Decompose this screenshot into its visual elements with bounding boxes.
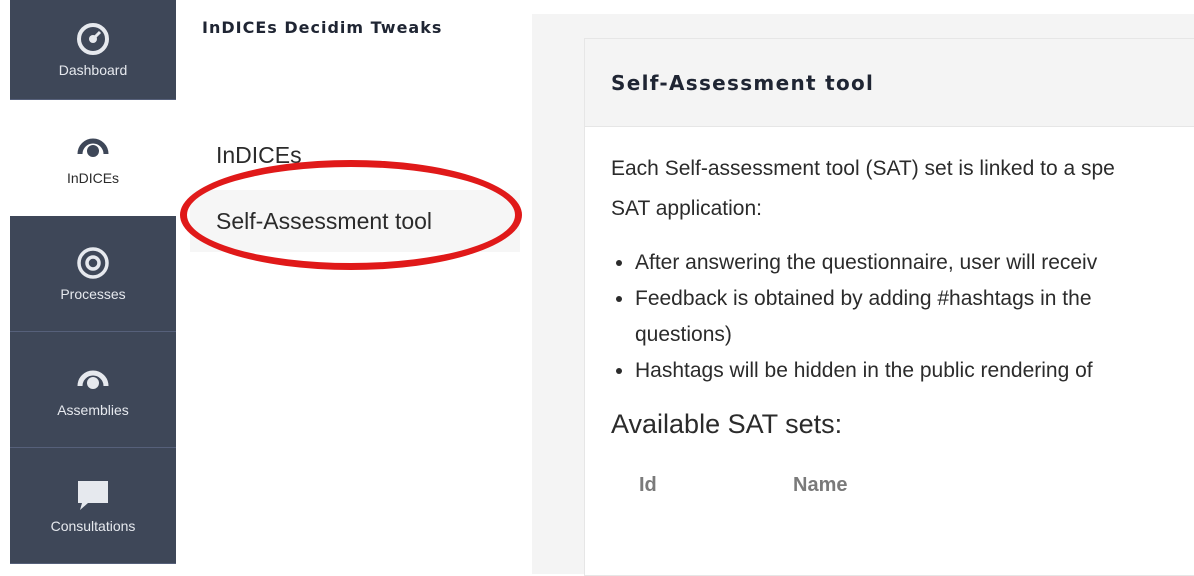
sidebar-item-processes[interactable]: Processes <box>10 216 176 332</box>
sidebar-item-label: InDICEs <box>66 170 120 186</box>
secondary-nav: InDICEs Decidim Tweaks InDICEs Self-Asse… <box>176 0 532 574</box>
sidebar-item-label: Processes <box>60 285 126 302</box>
indices-icon <box>77 138 109 157</box>
sidebar-item-dashboard[interactable]: Dashboard <box>10 0 176 100</box>
card-title: Self-Assessment tool <box>611 70 875 95</box>
list-item: After answering the questionnaire, user … <box>635 245 1194 281</box>
main-content: Self-Assessment tool Each Self-assessmen… <box>532 14 1194 576</box>
column-header-id[interactable]: Id <box>611 474 793 497</box>
sidebar-item-indices[interactable]: InDICEs <box>10 100 176 216</box>
list-item: Hashtags will be hidden in the public re… <box>635 353 1194 389</box>
list-item-line: questions) <box>635 323 732 346</box>
sidebar-item-label: Consultations <box>50 517 136 534</box>
secondary-nav-title: InDICEs Decidim Tweaks <box>202 18 443 37</box>
processes-icon <box>77 246 109 279</box>
sat-card: Self-Assessment tool Each Self-assessmen… <box>584 38 1194 576</box>
table-header-row: Id Name <box>611 474 1194 497</box>
secondary-item-self-assessment-tool[interactable]: Self-Assessment tool <box>190 190 520 252</box>
intro-text-line: SAT application: <box>611 197 762 220</box>
sidebar-item-consultations[interactable]: Consultations <box>10 448 176 564</box>
assemblies-icon <box>77 370 109 389</box>
card-body: Each Self-assessment tool (SAT) set is l… <box>585 127 1194 497</box>
dashboard-icon <box>77 22 109 55</box>
main-sidebar: Dashboard InDICEs Processes Assemblies C… <box>0 0 176 574</box>
column-header-name[interactable]: Name <box>793 474 847 497</box>
consultations-icon <box>78 480 108 510</box>
list-item: Feedback is obtained by adding #hashtags… <box>635 281 1194 353</box>
sidebar-item-assemblies[interactable]: Assemblies <box>10 332 176 448</box>
sidebar-item-label: Assemblies <box>57 401 129 418</box>
card-header: Self-Assessment tool <box>585 39 1194 127</box>
feature-list: After answering the questionnaire, user … <box>611 245 1194 389</box>
list-item-line: Feedback is obtained by adding #hashtags… <box>635 287 1092 310</box>
secondary-item-indices[interactable]: InDICEs <box>190 124 520 186</box>
intro-text-line: Each Self-assessment tool (SAT) set is l… <box>611 157 1115 180</box>
available-sets-heading: Available SAT sets: <box>611 409 843 439</box>
sidebar-item-label: Dashboard <box>58 61 128 78</box>
